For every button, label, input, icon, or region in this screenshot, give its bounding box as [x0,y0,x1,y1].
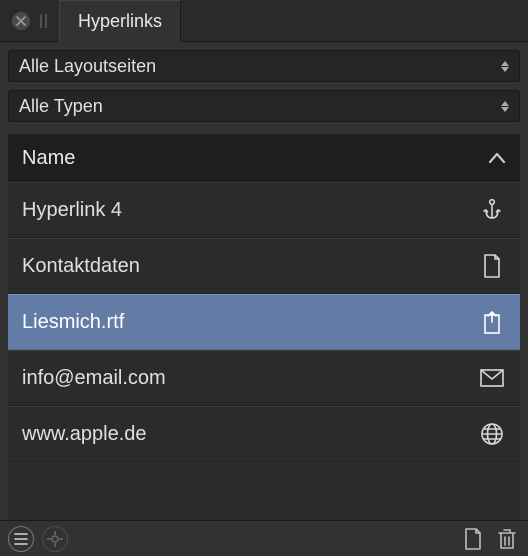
table-row[interactable]: Liesmich.rtf [8,294,520,350]
close-panel-button[interactable] [12,12,30,30]
row-label: Kontaktdaten [22,255,140,278]
grip-icon [40,14,47,28]
types-dropdown[interactable]: Alle Typen [8,90,520,122]
mail-icon [478,369,506,387]
tab-bar: Hyperlinks [0,0,528,42]
tab-hyperlinks[interactable]: Hyperlinks [59,0,181,42]
page-icon [478,254,506,278]
table-row[interactable]: Kontaktdaten [8,238,520,294]
new-hyperlink-button[interactable] [460,526,486,552]
table-row[interactable]: www.apple.de [8,406,520,462]
row-label: info@email.com [22,367,166,390]
anchor-icon [478,198,506,222]
panel-toolbar [0,520,528,556]
menu-button[interactable] [8,526,34,552]
sort-ascending-icon [488,152,506,164]
column-header-name[interactable]: Name [8,134,520,182]
types-value: Alle Typen [19,96,103,117]
tab-label: Hyperlinks [78,11,162,32]
table-row[interactable]: info@email.com [8,350,520,406]
row-label: Hyperlink 4 [22,199,122,222]
target-button[interactable] [42,526,68,552]
tab-controls [0,12,59,30]
delete-button[interactable] [494,526,520,552]
table-row[interactable]: Hyperlink 4 [8,182,520,238]
hyperlinks-list: Name Hyperlink 4 Kontaktdaten Liesmich.rtf… [8,134,520,520]
list-empty-area [8,462,520,520]
layout-pages-value: Alle Layoutseiten [19,56,156,77]
layout-pages-dropdown[interactable]: Alle Layoutseiten [8,50,520,82]
column-header-label: Name [22,147,75,170]
row-label: www.apple.de [22,423,147,446]
external-icon [478,310,506,334]
list-rows: Hyperlink 4 Kontaktdaten Liesmich.rtf info@… [8,182,520,462]
row-label: Liesmich.rtf [22,311,124,334]
globe-icon [478,422,506,446]
stepper-icon [501,61,509,72]
stepper-icon [501,101,509,112]
